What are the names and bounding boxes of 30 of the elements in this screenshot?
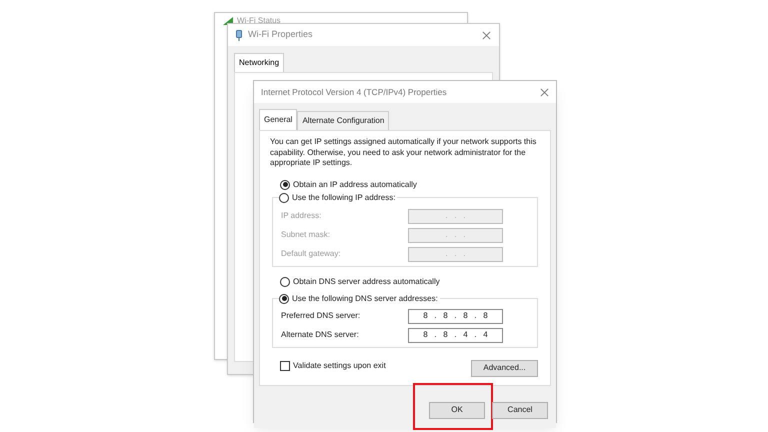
close-icon[interactable]	[482, 30, 491, 40]
checkbox-label: Validate settings upon exit	[293, 360, 386, 372]
radio-label: Obtain DNS server address automatically	[293, 276, 440, 288]
advanced-button[interactable]: Advanced...	[471, 360, 538, 376]
field-label: IP address:	[281, 210, 322, 222]
field-label: Preferred DNS server:	[281, 310, 360, 322]
window-title: Wi-Fi Properties	[248, 28, 313, 42]
field-label: Subnet mask:	[281, 229, 330, 241]
field-label: Default gateway:	[281, 248, 341, 260]
tab[interactable]: Alternate Configuration	[297, 111, 390, 130]
dialog-title: Internet Protocol Version 4 (TCP/IPv4) Properties	[261, 86, 447, 98]
ip-address-field[interactable]: 8 . 8 . 4 . 4	[408, 328, 503, 342]
field-label: Alternate DNS server:	[281, 329, 359, 341]
dialog-button[interactable]: OK	[429, 402, 485, 418]
radio-button[interactable]	[280, 276, 290, 286]
tab[interactable]: Networking	[234, 53, 284, 72]
description-text: You can get IP settings assigned automatically if your network supports this capability. Otherwise, you need to ask your network administrator for the appropriate IP settings.	[270, 137, 538, 168]
radio-label: Obtain an IP address automatically	[293, 178, 417, 190]
tab[interactable]: General	[259, 109, 298, 130]
close-icon[interactable]	[540, 88, 549, 96]
ip-address-field[interactable]: 8 . 8 . 8 . 8	[408, 308, 503, 324]
window-title: Wi-Fi Status	[237, 15, 281, 27]
radio-label: Use the following IP address:	[292, 192, 396, 204]
radio-button[interactable]	[279, 192, 289, 202]
checkbox[interactable]	[280, 361, 290, 371]
radio-button[interactable]	[279, 294, 289, 304]
radio-button[interactable]	[280, 180, 290, 190]
network-adapter-icon	[236, 30, 242, 40]
dialog-button[interactable]: Cancel	[492, 402, 548, 418]
radio-label: Use the following DNS server addresses:	[292, 292, 438, 304]
